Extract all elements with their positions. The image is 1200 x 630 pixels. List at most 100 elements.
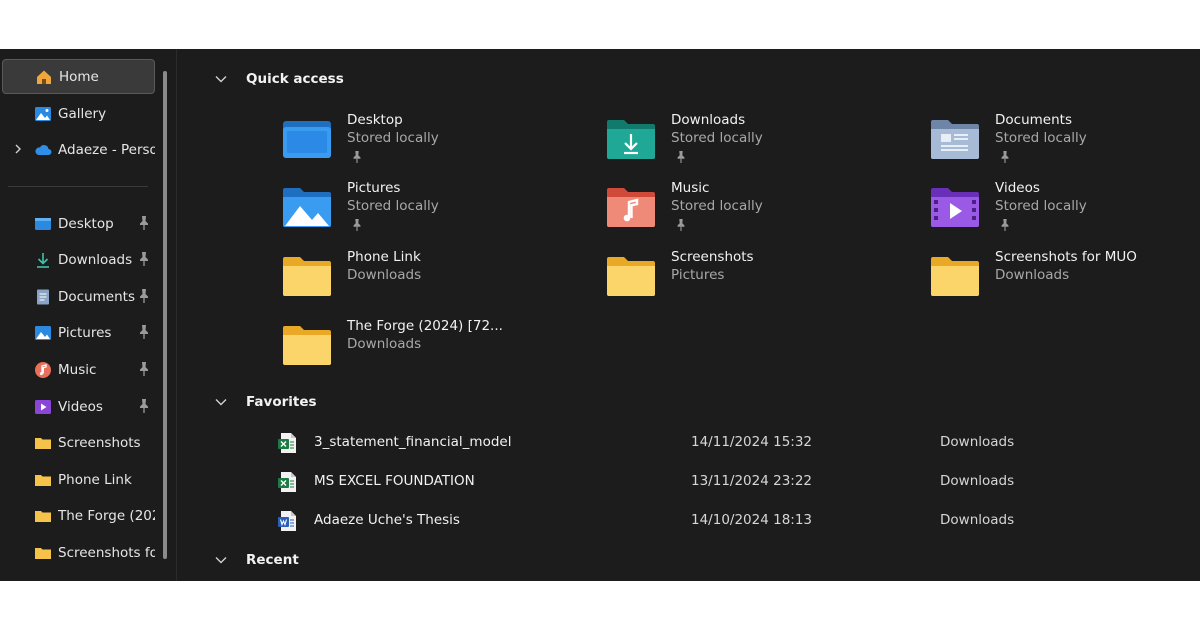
tile-location: Stored locally	[671, 198, 763, 214]
documents-folder-icon	[931, 120, 979, 159]
sidebar-item-gallery[interactable]: Gallery	[2, 96, 155, 131]
music-folder-icon	[607, 188, 655, 227]
section-title: Quick access	[246, 71, 344, 87]
folder-icon	[606, 255, 656, 297]
tile-name: Pictures	[347, 180, 401, 196]
desktop-icon	[34, 215, 52, 233]
sidebar-item-desktop[interactable]: Desktop	[2, 206, 155, 241]
chevron-right-icon[interactable]	[11, 142, 25, 156]
tile-location: Downloads	[995, 267, 1070, 283]
quick-access-tile-screenshots-for-muo[interactable]: Screenshots for MUO Downloads	[930, 249, 1190, 309]
tile-name: Music	[671, 180, 710, 196]
chevron-down-icon[interactable]	[212, 551, 230, 569]
favorites-row[interactable]: Adaeze Uche's Thesis 14/10/2024 18:13 Do…	[278, 506, 1178, 534]
pin-icon	[999, 150, 1011, 164]
folder-icon	[34, 471, 52, 489]
folder-icon	[34, 507, 52, 525]
sidebar-item-videos[interactable]: Videos	[2, 389, 155, 424]
pictures-folder-icon	[283, 188, 331, 227]
tile-location: Pictures	[671, 267, 725, 283]
pin-icon[interactable]	[137, 324, 151, 340]
documents-icon	[34, 288, 52, 306]
sidebar-item-pictures[interactable]: Pictures	[2, 315, 155, 350]
gallery-icon	[34, 105, 52, 123]
excel-file-icon	[278, 472, 296, 492]
tile-name: Screenshots	[671, 249, 754, 265]
quick-access-tile-phone-link[interactable]: Phone Link Downloads	[282, 249, 582, 309]
sidebar-item-downloads[interactable]: Downloads	[2, 242, 155, 277]
chevron-down-icon[interactable]	[212, 393, 230, 411]
file-explorer-window: Home Gallery Adaeze - Person Desktop	[0, 49, 1200, 581]
downloads-icon	[34, 251, 52, 269]
section-title: Recent	[246, 552, 299, 568]
tile-location: Stored locally	[671, 130, 763, 146]
tile-name: Phone Link	[347, 249, 421, 265]
sidebar-scrollbar[interactable]	[163, 71, 167, 559]
tile-location: Downloads	[347, 336, 422, 352]
folder-icon	[282, 255, 332, 297]
quick-access-tile-the-forge[interactable]: The Forge (2024) [72... Downloads	[282, 318, 582, 378]
pane-divider[interactable]	[176, 49, 177, 581]
sidebar-item-the-forge[interactable]: The Forge (2024	[2, 498, 155, 533]
file-date: 14/11/2024 15:32	[691, 434, 813, 450]
file-location: Downloads	[940, 512, 1015, 528]
sidebar-item-screenshots[interactable]: Screenshots	[2, 425, 155, 460]
sidebar-divider	[8, 186, 148, 187]
quick-access-tile-pictures[interactable]: Pictures Stored locally	[282, 180, 582, 240]
word-file-icon	[278, 511, 296, 531]
sidebar-item-phone-link[interactable]: Phone Link	[2, 462, 155, 497]
sidebar-item-music[interactable]: Music	[2, 352, 155, 387]
tile-name: Videos	[995, 180, 1040, 196]
pin-icon[interactable]	[137, 215, 151, 231]
tile-name: Downloads	[671, 112, 746, 128]
sidebar-item-label: Screenshots	[58, 434, 141, 451]
quick-access-tile-downloads[interactable]: Downloads Stored locally	[606, 112, 906, 172]
quick-access-tile-videos[interactable]: Videos Stored locally	[930, 180, 1200, 240]
file-name: Adaeze Uche's Thesis	[314, 512, 460, 528]
videos-icon	[34, 398, 52, 416]
pin-icon[interactable]	[137, 361, 151, 377]
quick-access-tile-screenshots[interactable]: Screenshots Pictures	[606, 249, 906, 309]
excel-file-icon	[278, 433, 296, 453]
file-location: Downloads	[940, 473, 1015, 489]
file-date: 13/11/2024 23:22	[691, 473, 813, 489]
tile-name: The Forge (2024) [72...	[347, 318, 503, 334]
pin-icon	[675, 218, 687, 232]
pictures-icon	[34, 324, 52, 342]
sidebar-item-label: Gallery	[58, 105, 107, 122]
pin-icon[interactable]	[137, 251, 151, 267]
sidebar-item-home[interactable]: Home	[2, 59, 155, 94]
sidebar-item-screenshots-for[interactable]: Screenshots for	[2, 535, 155, 570]
tile-name: Desktop	[347, 112, 403, 128]
folder-icon	[282, 324, 332, 366]
section-header-recent[interactable]: Recent	[212, 550, 299, 570]
favorites-row[interactable]: MS EXCEL FOUNDATION 13/11/2024 23:22 Dow…	[278, 467, 1178, 495]
quick-access-tile-documents[interactable]: Documents Stored locally	[930, 112, 1200, 172]
pin-icon	[351, 218, 363, 232]
sidebar-item-documents[interactable]: Documents	[2, 279, 155, 314]
sidebar-item-label: The Forge (2024	[58, 507, 155, 524]
section-header-favorites[interactable]: Favorites	[212, 392, 317, 412]
folder-icon	[34, 544, 52, 562]
sidebar-item-label: Home	[59, 68, 99, 85]
navigation-pane: Home Gallery Adaeze - Person Desktop	[0, 49, 170, 581]
tile-location: Stored locally	[347, 198, 439, 214]
folder-icon	[34, 434, 52, 452]
pin-icon[interactable]	[137, 398, 151, 414]
quick-access-tile-desktop[interactable]: Desktop Stored locally	[282, 112, 582, 172]
chevron-down-icon[interactable]	[212, 70, 230, 88]
pin-icon	[675, 150, 687, 164]
videos-folder-icon	[931, 188, 979, 227]
section-header-quick-access[interactable]: Quick access	[212, 69, 344, 89]
quick-access-tile-music[interactable]: Music Stored locally	[606, 180, 906, 240]
pin-icon	[351, 150, 363, 164]
favorites-row[interactable]: 3_statement_financial_model 14/11/2024 1…	[278, 428, 1178, 456]
section-title: Favorites	[246, 394, 317, 410]
sidebar-item-onedrive[interactable]: Adaeze - Person	[2, 132, 155, 167]
tile-location: Stored locally	[347, 130, 439, 146]
folder-icon	[930, 255, 980, 297]
tile-location: Stored locally	[995, 130, 1087, 146]
onedrive-cloud-icon	[34, 141, 52, 159]
pin-icon[interactable]	[137, 288, 151, 304]
desktop-folder-icon	[283, 121, 331, 158]
